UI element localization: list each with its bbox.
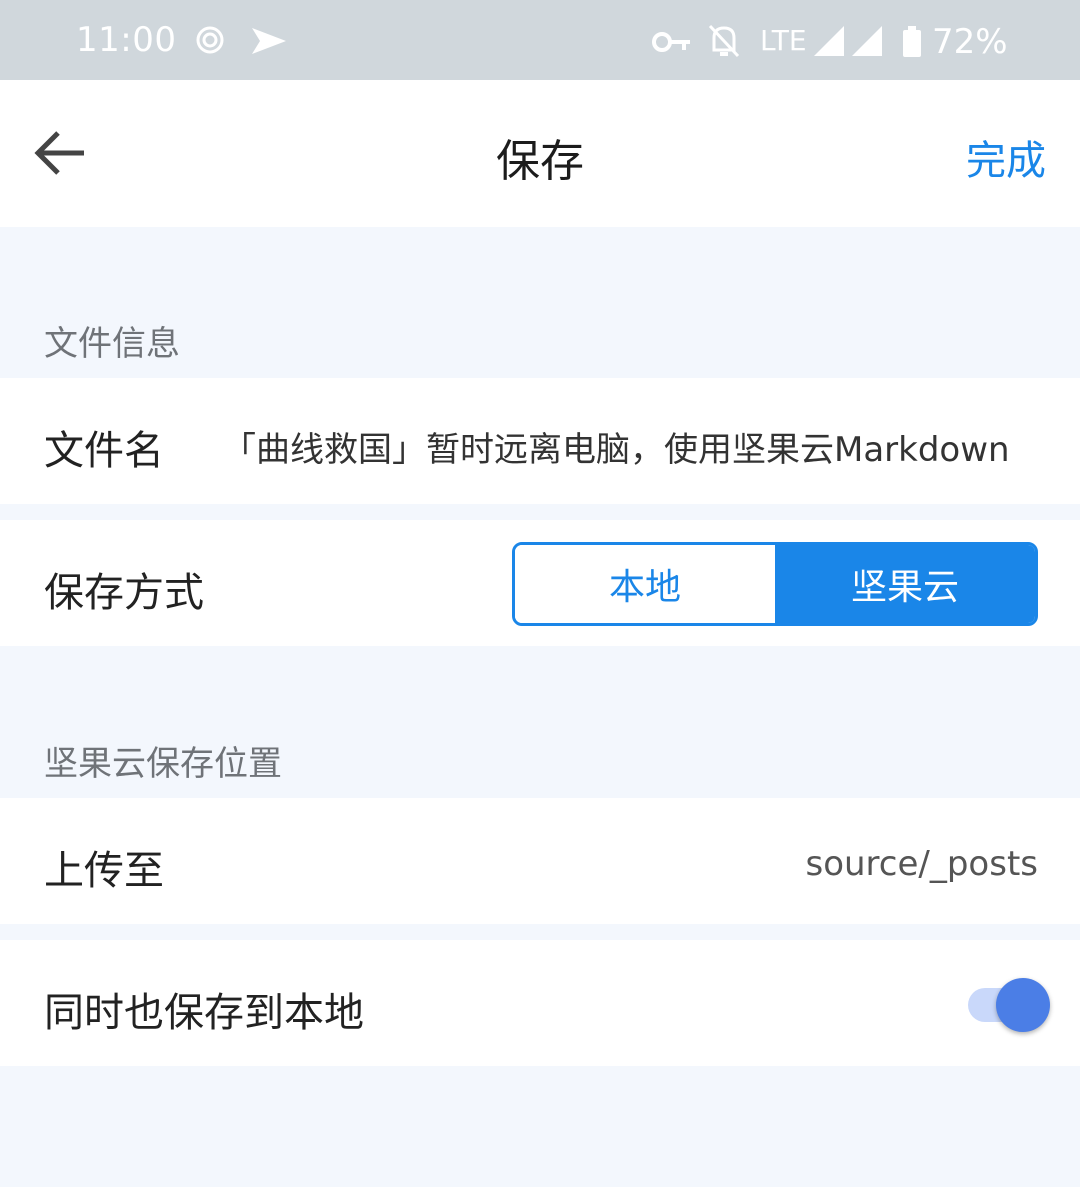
send-icon [250, 24, 288, 62]
filename-row[interactable]: 文件名 「曲线救国」暂时远离电脑，使用坚果云Markdown [0, 378, 1080, 504]
filename-input[interactable]: 「曲线救国」暂时远离电脑，使用坚果云Markdown [222, 422, 1038, 471]
also-save-local-label: 同时也保存到本地 [44, 990, 364, 1036]
file-info-section-title: 文件信息 [44, 324, 180, 364]
save-mode-local-option[interactable]: 本地 [515, 545, 775, 623]
upload-path-value: source/_posts [805, 844, 1038, 884]
notifications-off-icon [706, 22, 742, 64]
battery-percent: 72% [932, 22, 1008, 62]
filename-label: 文件名 [44, 428, 164, 474]
save-mode-segmented-control: 本地 坚果云 [512, 542, 1038, 626]
battery-icon [902, 26, 922, 62]
signal-icon [812, 24, 884, 62]
also-save-local-toggle[interactable] [966, 976, 1052, 1032]
status-time: 11:00 [76, 20, 177, 60]
save-mode-row: 保存方式 本地 坚果云 [0, 520, 1080, 646]
cloud-location-section-title: 坚果云保存位置 [44, 744, 282, 784]
app-bar: 保存 完成 [0, 80, 1080, 227]
done-button[interactable]: 完成 [966, 128, 1046, 186]
status-bar: 11:00 LTE 72% [0, 0, 1080, 80]
also-save-local-row: 同时也保存到本地 [0, 940, 1080, 1066]
toggle-knob [996, 978, 1050, 1032]
save-mode-cloud-option[interactable]: 坚果云 [775, 545, 1035, 623]
page-title: 保存 [496, 136, 584, 187]
vpn-key-icon [652, 30, 692, 58]
save-mode-label: 保存方式 [44, 570, 204, 616]
upload-location-row[interactable]: 上传至 source/_posts [0, 798, 1080, 924]
upload-label: 上传至 [44, 848, 164, 894]
network-type: LTE [760, 24, 807, 57]
sync-icon [194, 24, 226, 60]
